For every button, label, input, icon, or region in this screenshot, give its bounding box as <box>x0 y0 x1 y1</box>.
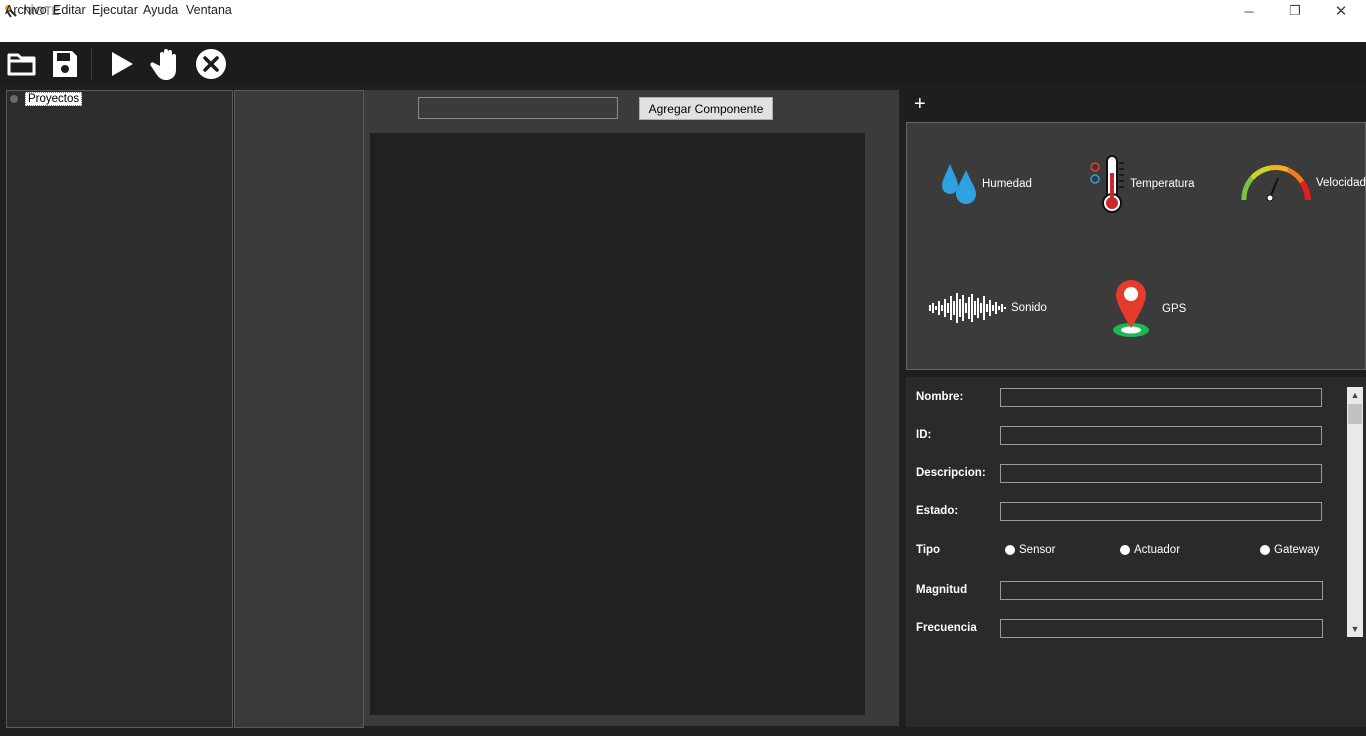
restore-button[interactable]: ❐ <box>1272 0 1318 22</box>
scroll-thumb[interactable] <box>1348 404 1362 424</box>
radio-indicator <box>1120 545 1130 555</box>
properties-scrollbar[interactable] <box>1347 387 1363 637</box>
component-velocidad[interactable]: Velocidad <box>1238 160 1366 206</box>
label-descripcion: Descripcion: <box>916 467 986 479</box>
component-name-input[interactable] <box>418 97 618 119</box>
id-field[interactable] <box>1000 426 1322 445</box>
radio-label: Gateway <box>1274 544 1320 556</box>
map-pin-icon <box>1113 280 1149 337</box>
add-component-button[interactable]: Agregar Componente <box>639 97 773 120</box>
close-icon: ✕ <box>1334 3 1348 20</box>
menu-editar[interactable]: Editar <box>53 3 86 17</box>
descripcion-field[interactable] <box>1000 464 1322 483</box>
toolbar-separator <box>91 48 92 80</box>
radio-indicator <box>1005 545 1015 555</box>
radio-indicator <box>1260 545 1270 555</box>
add-tab-button[interactable]: + <box>914 93 926 116</box>
component-humedad[interactable]: Humedad <box>940 160 1032 208</box>
radio-label: Sensor <box>1019 544 1056 556</box>
sound-wave-icon <box>929 293 1006 323</box>
thermometer-icon <box>1090 155 1124 213</box>
scroll-down-icon[interactable]: ▼ <box>1347 621 1363 637</box>
close-window-button[interactable]: ✕ <box>1318 0 1364 22</box>
design-canvas[interactable] <box>370 133 865 715</box>
menu-ejecutar[interactable]: Ejecutar <box>92 3 138 17</box>
component-label: Sonido <box>1011 302 1047 314</box>
magnitud-field[interactable] <box>1000 581 1323 600</box>
speedometer-icon <box>1241 165 1311 202</box>
radio-actuador[interactable]: Actuador <box>1120 544 1180 556</box>
label-magnitud: Magnitud <box>916 584 968 596</box>
minimize-button[interactable]: ─ <box>1226 0 1272 22</box>
label-nombre: Nombre: <box>916 391 964 403</box>
radio-gateway[interactable]: Gateway <box>1260 544 1319 556</box>
component-temperatura[interactable]: Temperatura <box>1088 153 1195 215</box>
secondary-panel <box>234 90 364 728</box>
save-icon <box>53 51 77 77</box>
label-estado: Estado: <box>916 505 959 517</box>
tree-item-proyectos[interactable]: Proyectos <box>25 92 83 106</box>
open-button[interactable] <box>4 46 40 82</box>
radio-label: Actuador <box>1134 544 1181 556</box>
minimize-icon: ─ <box>1244 3 1254 19</box>
nombre-field[interactable] <box>1000 388 1322 407</box>
close-tool-button[interactable] <box>193 46 229 82</box>
menu-ayuda[interactable]: Ayuda <box>143 3 178 17</box>
menu-archivo[interactable]: Archivo <box>5 3 47 17</box>
component-tab-bar <box>905 88 1366 122</box>
component-label: Humedad <box>982 178 1032 190</box>
frecuencia-field[interactable] <box>1000 619 1323 638</box>
hand-stop-icon <box>150 49 176 80</box>
run-button[interactable] <box>104 46 140 82</box>
label-frecuencia: Frecuencia <box>916 622 977 634</box>
water-drops-icon <box>942 164 976 204</box>
estado-field[interactable] <box>1000 502 1322 521</box>
save-button[interactable] <box>47 46 83 82</box>
tree-node-icon <box>10 95 18 103</box>
radio-sensor[interactable]: Sensor <box>1005 544 1055 556</box>
scroll-up-icon[interactable]: ▲ <box>1347 387 1363 403</box>
stop-button[interactable] <box>150 46 186 82</box>
label-tipo: Tipo <box>916 544 941 556</box>
menu-ventana[interactable]: Ventana <box>186 3 232 17</box>
label-id: ID: <box>916 429 932 441</box>
component-label: Velocidad <box>1316 177 1366 189</box>
restore-icon: ❐ <box>1289 3 1301 18</box>
menu-bar <box>0 22 1366 42</box>
component-gps[interactable]: GPS <box>1110 278 1186 340</box>
close-circle-icon <box>196 49 226 79</box>
component-label: Temperatura <box>1130 178 1195 190</box>
project-tree-panel <box>6 90 233 728</box>
play-icon <box>112 52 133 76</box>
component-label: GPS <box>1162 303 1187 315</box>
component-sonido[interactable]: Sonido <box>925 291 1047 325</box>
folder-open-icon <box>7 53 36 76</box>
